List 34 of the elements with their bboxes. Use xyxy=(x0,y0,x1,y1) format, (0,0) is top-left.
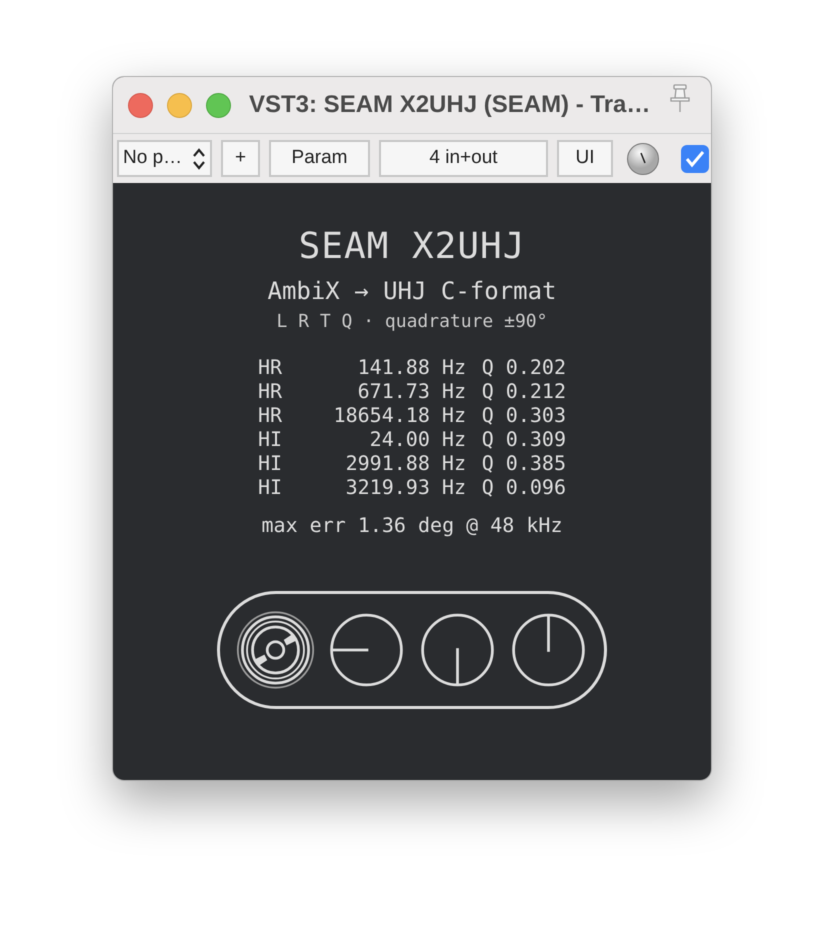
plugin-subtitle: AmbiX → UHJ C-format xyxy=(268,276,556,307)
filter-type: HR xyxy=(258,355,284,379)
filter-q: Q 0.309 xyxy=(480,427,566,451)
preset-dropdown[interactable]: No p… xyxy=(117,140,212,177)
filter-type: HR xyxy=(258,403,284,427)
filter-q: Q 0.385 xyxy=(480,451,566,475)
filter-q: Q 0.303 xyxy=(480,403,566,427)
close-button[interactable] xyxy=(128,92,153,118)
toolbar-button[interactable]: 4 in+out xyxy=(379,140,548,177)
zoom-button[interactable] xyxy=(206,92,231,118)
plugin-title: SEAM X2UHJ xyxy=(298,225,526,269)
window-title: VST3: SEAM X2UHJ (SEAM) - Tra… xyxy=(249,90,650,120)
filter-frequency: 18654.18 Hz xyxy=(332,403,466,427)
channel-description: L R T Q · quadrature ±90° xyxy=(276,310,548,334)
toolbar-button[interactable]: + xyxy=(221,140,260,177)
chevron-icon xyxy=(192,146,206,170)
filter-frequency: 3219.93 Hz xyxy=(344,475,466,499)
filter-type: HI xyxy=(258,475,284,499)
filter-type: HI xyxy=(258,451,284,475)
toolbar-button[interactable]: UI xyxy=(557,140,613,177)
filter-q: Q 0.202 xyxy=(480,355,566,379)
toolbar-button[interactable]: Param xyxy=(269,140,370,177)
knob-icon[interactable] xyxy=(626,142,660,176)
filter-frequency: 141.88 Hz xyxy=(356,355,466,379)
error-readout: max err 1.36 deg @ 48 kHz xyxy=(261,512,563,539)
filter-frequency: 671.73 Hz xyxy=(356,379,466,403)
filter-type: HR xyxy=(258,379,284,403)
disc-icon[interactable] xyxy=(236,610,315,690)
filter-type: HI xyxy=(258,427,284,451)
filter-frequency: 24.00 Hz xyxy=(368,427,466,451)
filter-q: Q 0.212 xyxy=(480,379,566,403)
bypass-checkbox[interactable] xyxy=(681,144,709,172)
filter-frequency: 2991.88 Hz xyxy=(344,451,466,475)
filter-q: Q 0.096 xyxy=(480,475,566,499)
